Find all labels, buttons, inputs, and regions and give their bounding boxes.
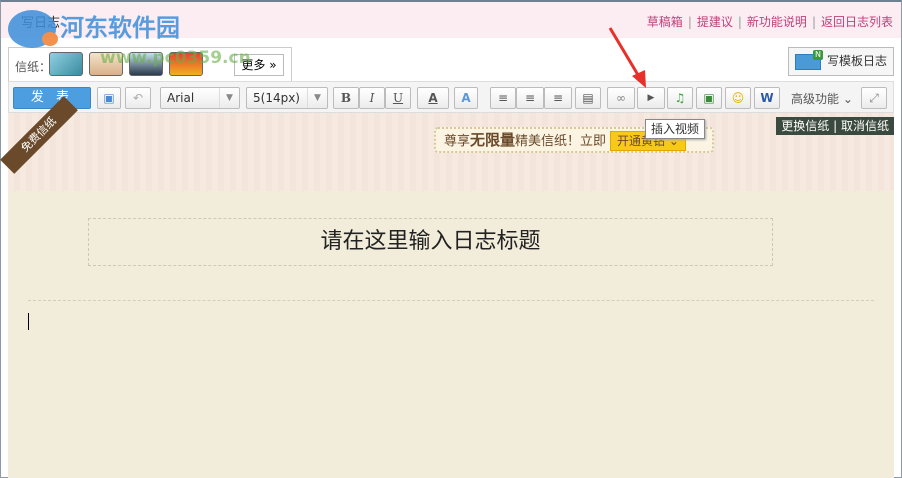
change-stationery-link[interactable]: 更换信纸 bbox=[781, 119, 829, 133]
stationery-thumb-1[interactable] bbox=[49, 52, 83, 76]
insert-video-icon[interactable]: ▶ bbox=[637, 87, 665, 109]
link-icon[interactable]: ∞ bbox=[607, 87, 635, 109]
font-family-select[interactable]: Arial ▼ bbox=[160, 87, 240, 109]
suggest-link[interactable]: 提建议 bbox=[697, 15, 733, 29]
word-import-icon[interactable]: W bbox=[754, 87, 780, 109]
emoji-icon[interactable]: ☺ bbox=[725, 87, 751, 109]
save-icon[interactable]: ▣ bbox=[97, 87, 121, 109]
new-features-link[interactable]: 新功能说明 bbox=[747, 15, 807, 29]
stationery-actions: 更换信纸 | 取消信纸 bbox=[776, 117, 894, 135]
diary-title-input[interactable]: 请在这里输入日志标题 bbox=[88, 218, 773, 266]
font-color-button[interactable]: A bbox=[417, 87, 449, 109]
underline-button[interactable]: U bbox=[385, 87, 411, 109]
bold-button[interactable]: B bbox=[333, 87, 359, 109]
align-right-icon[interactable]: ≡ bbox=[544, 87, 572, 109]
template-diary-button[interactable]: N 写模板日志 bbox=[788, 47, 894, 76]
template-label: 写模板日志 bbox=[827, 54, 888, 68]
stationery-label: 信纸： bbox=[15, 60, 52, 74]
undo-icon[interactable]: ↶ bbox=[125, 87, 151, 109]
publish-button[interactable]: 发 表 bbox=[13, 87, 91, 109]
new-badge: N bbox=[813, 50, 823, 60]
music-icon[interactable]: ♫ bbox=[667, 87, 693, 109]
text-effect-icon[interactable]: A bbox=[454, 87, 478, 109]
align-center-icon[interactable]: ≡ bbox=[516, 87, 544, 109]
editor-toolbar: 发 表 ▣ ↶ Arial ▼ 5(14px) ▼ B I U A A ≡ ≡ ≡ … bbox=[8, 81, 894, 113]
watermark-url: www.pc0359.cn bbox=[100, 48, 251, 68]
font-size-select[interactable]: 5(14px) ▼ bbox=[246, 87, 328, 109]
tooltip: 插入视频 bbox=[645, 119, 706, 139]
header-links: 草稿箱 | 提建议 | 新功能说明 | 返回日志列表 bbox=[646, 15, 893, 29]
title-divider bbox=[28, 300, 874, 301]
watermark-logo: 河东软件园 bbox=[8, 8, 180, 48]
cancel-stationery-link[interactable]: 取消信纸 bbox=[841, 119, 889, 133]
align-left-icon[interactable]: ≡ bbox=[490, 87, 516, 109]
image-icon[interactable]: ▣ bbox=[696, 87, 722, 109]
italic-button[interactable]: I bbox=[359, 87, 385, 109]
fullscreen-icon[interactable]: ⤢ bbox=[861, 87, 887, 109]
back-to-list-link[interactable]: 返回日志列表 bbox=[821, 15, 893, 29]
editor-paper: 免费信纸 尊享无限量精美信纸！立即 开通黄钻 ⌄ 更换信纸 | 取消信纸 请在这里… bbox=[0, 96, 894, 478]
diary-body-editor[interactable] bbox=[28, 308, 874, 468]
drafts-link[interactable]: 草稿箱 bbox=[647, 15, 683, 29]
layout-icon[interactable]: ▤ bbox=[575, 87, 601, 109]
advanced-features-menu[interactable]: 高级功能 ⌄ bbox=[791, 90, 853, 107]
